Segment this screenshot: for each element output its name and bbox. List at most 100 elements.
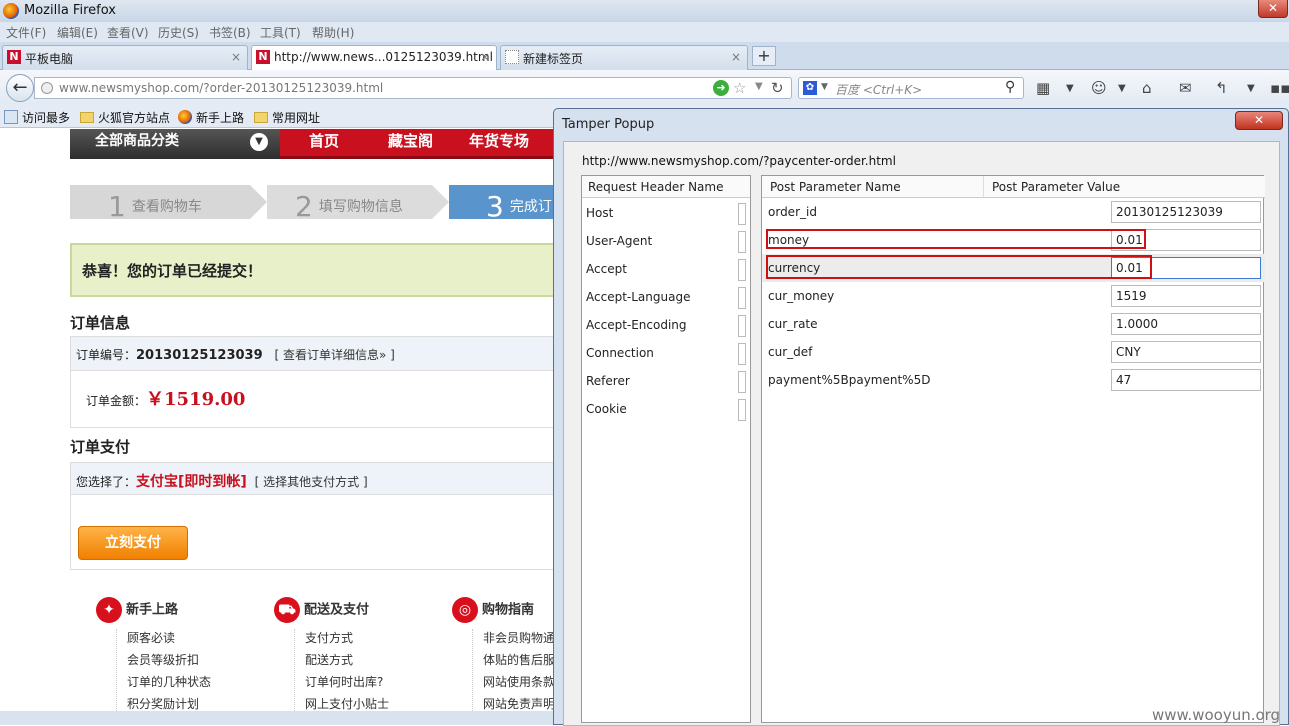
header-value-field[interactable] — [738, 371, 746, 393]
menu-history[interactable]: 历史(S) — [158, 24, 199, 41]
header-value-field[interactable] — [738, 343, 746, 365]
footer-link[interactable]: 网上支付小贴士 — [305, 695, 389, 711]
blank-page-icon — [505, 50, 519, 64]
mail-icon[interactable]: ✉ — [1179, 79, 1192, 97]
footer-link[interactable]: 体贴的售后服 — [483, 651, 555, 673]
window-titlebar: Mozilla Firefox ✕ — [0, 0, 1289, 22]
reload-icon[interactable]: ↻ — [771, 79, 784, 97]
menu-bar: 文件(F) 编辑(E) 查看(V) 历史(S) 书签(B) 工具(T) 帮助(H… — [0, 22, 1289, 42]
share-dropdown-icon[interactable]: ▼ — [1247, 83, 1255, 94]
tab-close-icon[interactable]: × — [480, 50, 490, 64]
header-value-field[interactable] — [738, 315, 746, 337]
footer-links: 非会员购物通 体贴的售后服 网站使用条款 网站免责声明 — [472, 629, 555, 711]
go-arrow-icon[interactable]: ➜ — [713, 80, 729, 96]
pay-now-button[interactable]: 立刻支付 — [78, 526, 188, 560]
menu-file[interactable]: 文件(F) — [6, 24, 46, 41]
search-icon[interactable]: ⚲ — [1005, 79, 1015, 95]
footer-link[interactable]: 支付方式 — [305, 629, 389, 651]
footer-link[interactable]: 网站免责声明 — [483, 695, 555, 711]
order-info-box: 订单编号：20130125123039 [ 查看订单详细信息» ] 订单金额：￥… — [70, 336, 556, 428]
share-icon[interactable]: ↰ — [1215, 79, 1228, 97]
param-name: cur_rate — [768, 317, 818, 331]
tab-label: http://www.news...0125123039.html — [274, 50, 493, 64]
apps-grid-icon[interactable]: ▪▪ — [1270, 79, 1289, 97]
footer-link[interactable]: 订单的几种状态 — [127, 673, 211, 695]
history-dropdown-icon[interactable]: ▼ — [755, 81, 763, 92]
param-name: cur_money — [768, 289, 835, 303]
param-value-input[interactable]: 47 — [1111, 369, 1261, 391]
param-value-input[interactable]: 1519 — [1111, 285, 1261, 307]
window-close-button[interactable]: ✕ — [1258, 0, 1288, 18]
addon-icon[interactable]: ☺ — [1091, 79, 1107, 97]
param-value-input[interactable]: 20130125123039 — [1111, 201, 1261, 223]
addon-dropdown-icon[interactable]: ▼ — [1118, 83, 1126, 94]
order-detail-link[interactable]: [ 查看订单详细信息» ] — [274, 348, 394, 362]
nav-new-year[interactable]: 年货专场 — [469, 130, 529, 151]
tab-tablet[interactable]: N 平板电脑 × — [2, 45, 248, 70]
footer-link[interactable]: 网站使用条款 — [483, 673, 555, 695]
param-name-column: Post Parameter Name — [762, 176, 984, 198]
menu-bookmarks[interactable]: 书签(B) — [209, 24, 251, 41]
nav-home[interactable]: 首页 — [309, 130, 339, 151]
home-icon[interactable]: ⌂ — [1142, 79, 1152, 97]
other-payment-link[interactable]: [ 选择其他支付方式 ] — [255, 475, 368, 489]
bookmark-most-visited[interactable]: 访问最多 — [4, 109, 70, 126]
bookmark-firefox-site[interactable]: 火狐官方站点 — [80, 109, 170, 126]
menu-edit[interactable]: 编辑(E) — [57, 24, 98, 41]
tab-new-tab[interactable]: 新建标签页 × — [500, 45, 748, 70]
footer-link[interactable]: 订单何时出库? — [305, 673, 389, 695]
menu-tools[interactable]: 工具(T) — [260, 24, 301, 41]
header-referer: Referer — [586, 374, 630, 388]
category-menu[interactable]: 全部商品分类 ▼ — [70, 129, 280, 159]
tab-close-icon[interactable]: × — [731, 50, 741, 64]
address-bar[interactable]: www.newsmyshop.com/?order-20130125123039… — [34, 77, 792, 99]
firefox-logo-icon — [3, 3, 19, 19]
screenshot-tool-icon[interactable]: ▦ — [1036, 79, 1050, 97]
footer-link[interactable]: 顾客必读 — [127, 629, 211, 651]
watermark: www.wooyun.org — [1152, 706, 1281, 724]
order-payment-title: 订单支付 — [70, 438, 131, 456]
menu-help[interactable]: 帮助(H) — [312, 24, 354, 41]
back-button[interactable]: ← — [6, 74, 34, 102]
baidu-paw-icon[interactable]: ✿ — [803, 81, 817, 95]
header-value-field[interactable] — [738, 203, 746, 225]
footer-link[interactable]: 会员等级折扣 — [127, 651, 211, 673]
header-value-field[interactable] — [738, 287, 746, 309]
menu-view[interactable]: 查看(V) — [107, 24, 149, 41]
step-label: 填写购物信息 — [318, 199, 403, 215]
nav-treasure[interactable]: 藏宝阁 — [388, 130, 433, 151]
bookmark-label: 访问最多 — [22, 111, 71, 125]
globe-icon — [41, 82, 53, 94]
header-value-field[interactable] — [738, 231, 746, 253]
footer-link[interactable]: 配送方式 — [305, 651, 389, 673]
post-parameters-panel: Post Parameter Name Post Parameter Value… — [761, 175, 1265, 723]
folder-icon — [254, 112, 268, 123]
page-icon — [4, 110, 18, 124]
footer-link[interactable]: 非会员购物通 — [483, 629, 555, 651]
order-number-row: 订单编号：20130125123039 [ 查看订单详细信息» ] — [71, 337, 556, 371]
site-favicon-icon: N — [7, 50, 21, 64]
header-value-field[interactable] — [738, 399, 746, 421]
bookmark-getting-started[interactable]: 新手上路 — [178, 109, 244, 126]
lightbulb-icon: ✦ — [96, 597, 122, 623]
param-value-input[interactable]: 1.0000 — [1111, 313, 1261, 335]
tab-order-page[interactable]: N http://www.news...0125123039.html × — [251, 45, 497, 71]
footer-link[interactable]: 积分奖励计划 — [127, 695, 211, 711]
tab-close-icon[interactable]: × — [231, 50, 241, 64]
search-bar[interactable]: ✿ ▼ 百度 <Ctrl+K> ⚲ — [798, 77, 1024, 99]
new-tab-button[interactable]: + — [752, 46, 776, 66]
bookmark-common-sites[interactable]: 常用网址 — [254, 109, 320, 126]
popup-close-button[interactable]: ✕ — [1235, 111, 1283, 130]
engine-dropdown-icon[interactable]: ▼ — [821, 82, 828, 92]
param-value-input[interactable]: CNY — [1111, 341, 1261, 363]
footer-heading-text: 购物指南 — [482, 602, 535, 618]
search-placeholder: 百度 <Ctrl+K> — [835, 83, 923, 97]
order-amount-row: 订单金额：￥1519.00 — [71, 371, 556, 411]
cart-icon: ⛟ — [274, 597, 300, 623]
tool-dropdown-icon[interactable]: ▼ — [1066, 83, 1074, 94]
bookmark-star-icon[interactable]: ☆ — [733, 79, 746, 97]
header-accept: Accept — [586, 262, 627, 276]
request-headers-panel: Request Header Name Host User-Agent Acce… — [581, 175, 751, 723]
header-host: Host — [586, 206, 614, 220]
header-value-field[interactable] — [738, 259, 746, 281]
